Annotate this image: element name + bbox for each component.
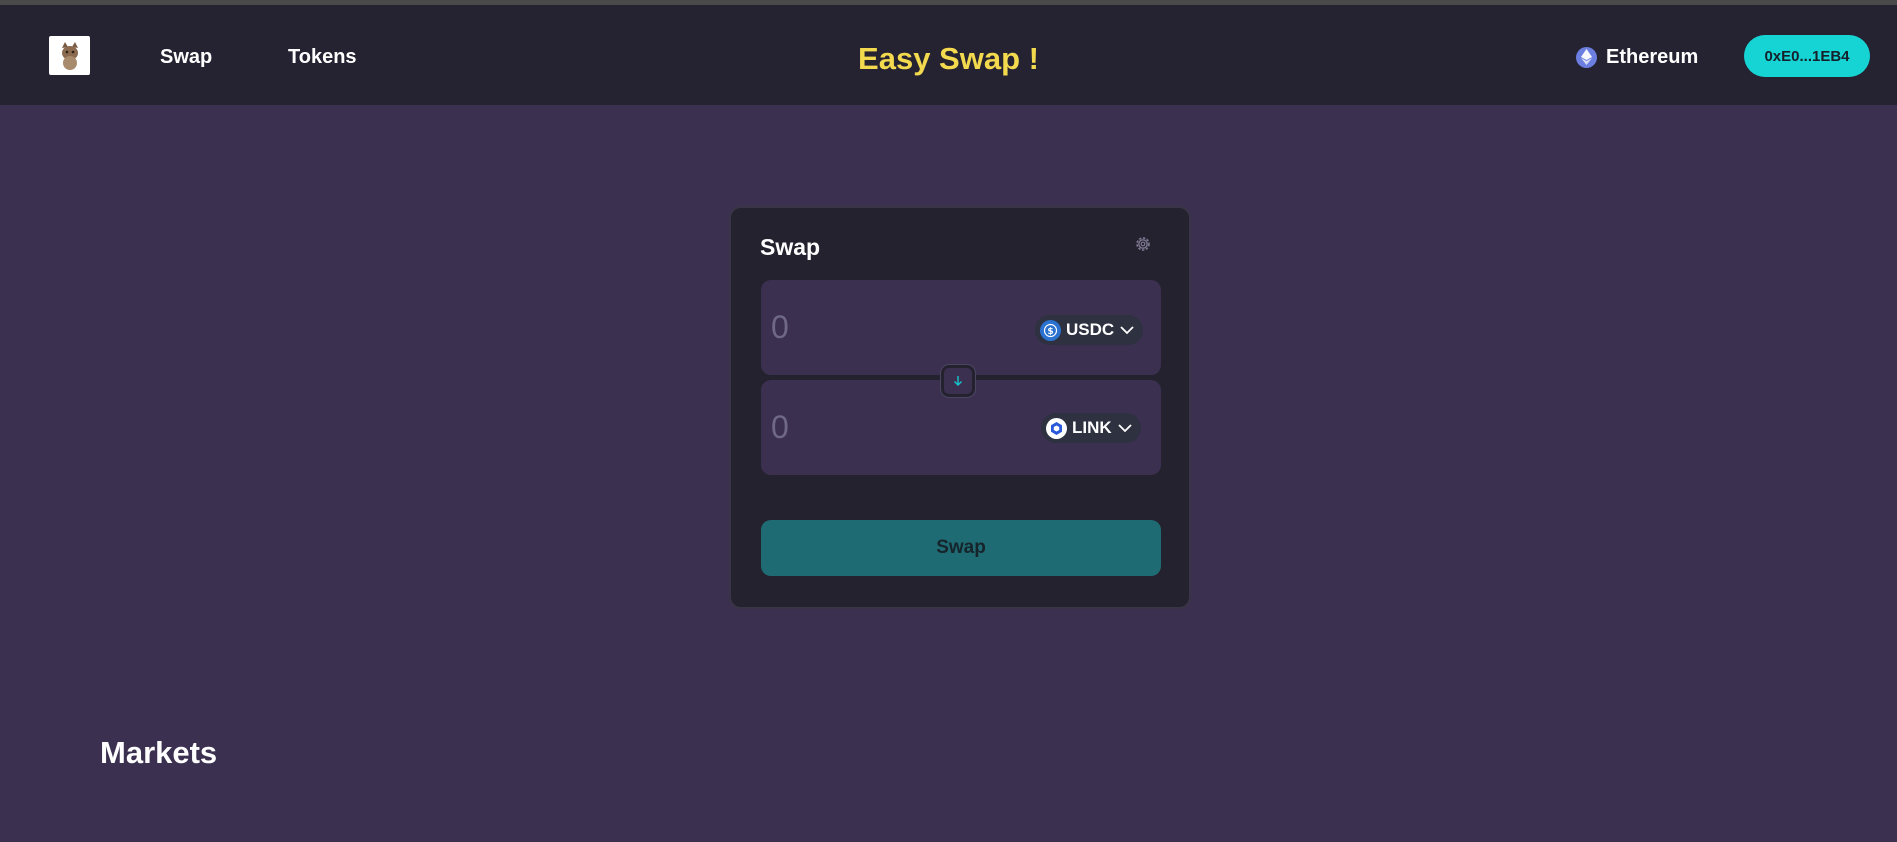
chevron-down-icon (1118, 424, 1132, 433)
wallet-address-button[interactable]: 0xE0...1EB4 (1744, 35, 1870, 77)
ethereum-icon (1576, 46, 1597, 68)
cat-avatar-icon (61, 41, 78, 70)
from-token-label: USDC (1066, 320, 1115, 339)
network-selector[interactable]: Ethereum (1576, 45, 1698, 69)
swap-card-title: Swap (760, 234, 821, 260)
switch-tokens-button[interactable] (940, 364, 976, 398)
to-token-selector[interactable]: LINK (1041, 413, 1141, 443)
markets-heading: Markets (100, 735, 218, 770)
top-navbar: Swap Tokens Easy Swap ! Ethereum 0xE0...… (0, 5, 1897, 105)
swap-submit-button[interactable]: Swap (761, 520, 1161, 576)
network-label: Ethereum (1606, 45, 1699, 68)
from-amount-input[interactable] (771, 306, 991, 348)
gear-icon[interactable] (1133, 234, 1153, 254)
arrow-down-icon (954, 376, 962, 386)
nav-swap-link[interactable]: Swap (160, 46, 212, 69)
from-token-selector[interactable]: $ USDC (1035, 315, 1144, 345)
from-token-panel: $ USDC (761, 280, 1161, 375)
to-token-label: LINK (1072, 418, 1112, 437)
nav-tokens-link[interactable]: Tokens (288, 46, 357, 69)
to-amount-input[interactable] (771, 406, 991, 448)
chainlink-icon (1046, 417, 1067, 439)
swap-card: Swap $ USDC (729, 206, 1191, 609)
app-logo[interactable] (49, 36, 90, 75)
chevron-down-icon (1120, 326, 1134, 335)
usdc-icon: $ (1040, 319, 1061, 341)
svg-text:$: $ (1047, 327, 1053, 337)
